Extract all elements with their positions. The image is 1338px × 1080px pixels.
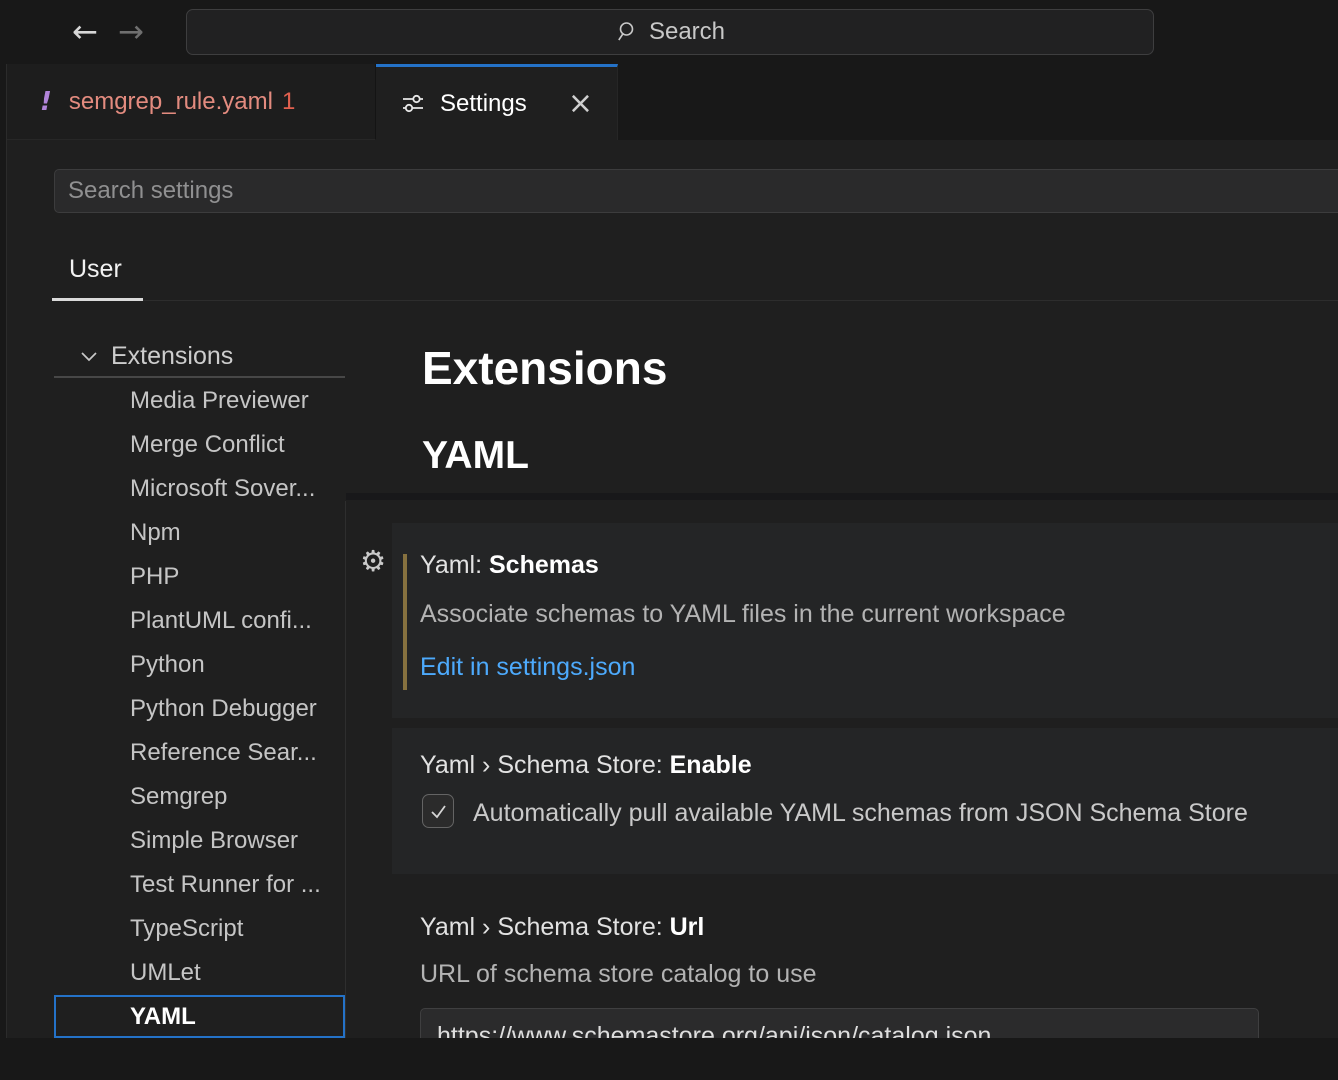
- setting-row-schema-store-url: Yaml › Schema Store: Url URL of schema s…: [392, 900, 1338, 1038]
- gear-icon[interactable]: ⚙: [356, 544, 390, 578]
- back-icon[interactable]: ←: [72, 17, 98, 48]
- toc-right-border: [345, 501, 346, 1038]
- scope-tab-user[interactable]: User: [69, 253, 122, 285]
- setting-title: Yaml › Schema Store: Url: [420, 912, 704, 942]
- checkmark-icon: [428, 801, 449, 822]
- scope-tabs-border: [52, 300, 1338, 301]
- toc-item-php[interactable]: PHP: [54, 555, 345, 599]
- tab-error-count-badge: 1: [282, 88, 295, 116]
- toc-item-merge-conflict[interactable]: Merge Conflict: [54, 423, 345, 467]
- edit-in-settings-json-link[interactable]: Edit in settings.json: [420, 652, 635, 682]
- section-title: YAML: [422, 434, 529, 478]
- close-icon[interactable]: ×: [568, 89, 593, 119]
- setting-description: URL of schema store catalog to use: [420, 959, 817, 989]
- bottom-strip: [0, 1038, 1338, 1080]
- setting-category: Yaml:: [420, 551, 489, 579]
- setting-category: Yaml › Schema Store:: [420, 913, 670, 941]
- setting-name: Schemas: [489, 551, 599, 579]
- chevron-down-icon: [80, 351, 98, 362]
- toc-header-extensions[interactable]: Extensions: [54, 336, 345, 376]
- toc-item-python[interactable]: Python: [54, 643, 345, 687]
- toc-item-umlet[interactable]: UMLet: [54, 951, 345, 995]
- setting-category: Yaml › Schema Store:: [420, 751, 670, 779]
- setting-row-yaml-schemas: Yaml: Schemas Associate schemas to YAML …: [392, 523, 1338, 718]
- setting-description: Associate schemas to YAML files in the c…: [420, 599, 1066, 629]
- tab-semgrep-rule-yaml[interactable]: ! semgrep_rule.yaml 1: [7, 64, 376, 140]
- toc-item-semgrep[interactable]: Semgrep: [54, 775, 345, 819]
- toc-list: Media PreviewerMerge ConflictMicrosoft S…: [54, 379, 345, 1038]
- toc-item-test-runner-for[interactable]: Test Runner for ...: [54, 863, 345, 907]
- problems-exclamation-icon: !: [40, 87, 52, 117]
- toc-item-reference-sear[interactable]: Reference Sear...: [54, 731, 345, 775]
- toc-header-label: Extensions: [111, 342, 233, 371]
- toc-item-typescript[interactable]: TypeScript: [54, 907, 345, 951]
- schema-store-url-input[interactable]: [420, 1008, 1259, 1038]
- settings-sliders-icon: [400, 91, 426, 117]
- setting-name: Url: [670, 913, 705, 941]
- nav-arrows: ← →: [72, 0, 144, 64]
- tab-label: Settings: [440, 90, 527, 118]
- sidebar-edge: [0, 64, 7, 1038]
- toc-item-plantuml-confi[interactable]: PlantUML confi...: [54, 599, 345, 643]
- settings-editor: User Extensions Media PreviewerMerge Con…: [7, 140, 1338, 1038]
- setting-title: Yaml › Schema Store: Enable: [420, 750, 752, 780]
- toc-item-microsoft-sover[interactable]: Microsoft Sover...: [54, 467, 345, 511]
- toc-item-python-debugger[interactable]: Python Debugger: [54, 687, 345, 731]
- forward-icon[interactable]: →: [118, 17, 144, 48]
- toc-item-media-previewer[interactable]: Media Previewer: [54, 379, 345, 423]
- vscode-window: ← → Search ! semgrep_rule.yaml 1: [0, 0, 1338, 1080]
- command-center-search[interactable]: Search: [186, 9, 1154, 55]
- modified-indicator-bar: [403, 554, 407, 690]
- title-bar: ← → Search: [0, 0, 1338, 64]
- checkbox-label: Automatically pull available YAML schema…: [473, 798, 1248, 828]
- settings-search-input[interactable]: [54, 169, 1338, 213]
- tab-filename: semgrep_rule.yaml: [69, 88, 273, 116]
- command-center-label: Search: [649, 18, 725, 46]
- tab-settings[interactable]: Settings ×: [376, 64, 618, 140]
- setting-row-schema-store-enable: Yaml › Schema Store: Enable Automaticall…: [392, 728, 1338, 874]
- search-icon: [615, 20, 639, 44]
- setting-title: Yaml: Schemas: [420, 550, 599, 580]
- setting-name: Enable: [670, 751, 752, 779]
- enable-checkbox[interactable]: [422, 794, 454, 828]
- toc-item-simple-browser[interactable]: Simple Browser: [54, 819, 345, 863]
- toc-item-npm[interactable]: Npm: [54, 511, 345, 555]
- toc-divider: [54, 376, 345, 378]
- heading-divider: [346, 493, 1338, 500]
- toc-item-yaml[interactable]: YAML: [54, 995, 345, 1038]
- scope-tab-active-underline: [52, 298, 143, 301]
- page-title: Extensions: [422, 343, 667, 393]
- tab-bar: ! semgrep_rule.yaml 1 Settings ×: [7, 64, 1338, 140]
